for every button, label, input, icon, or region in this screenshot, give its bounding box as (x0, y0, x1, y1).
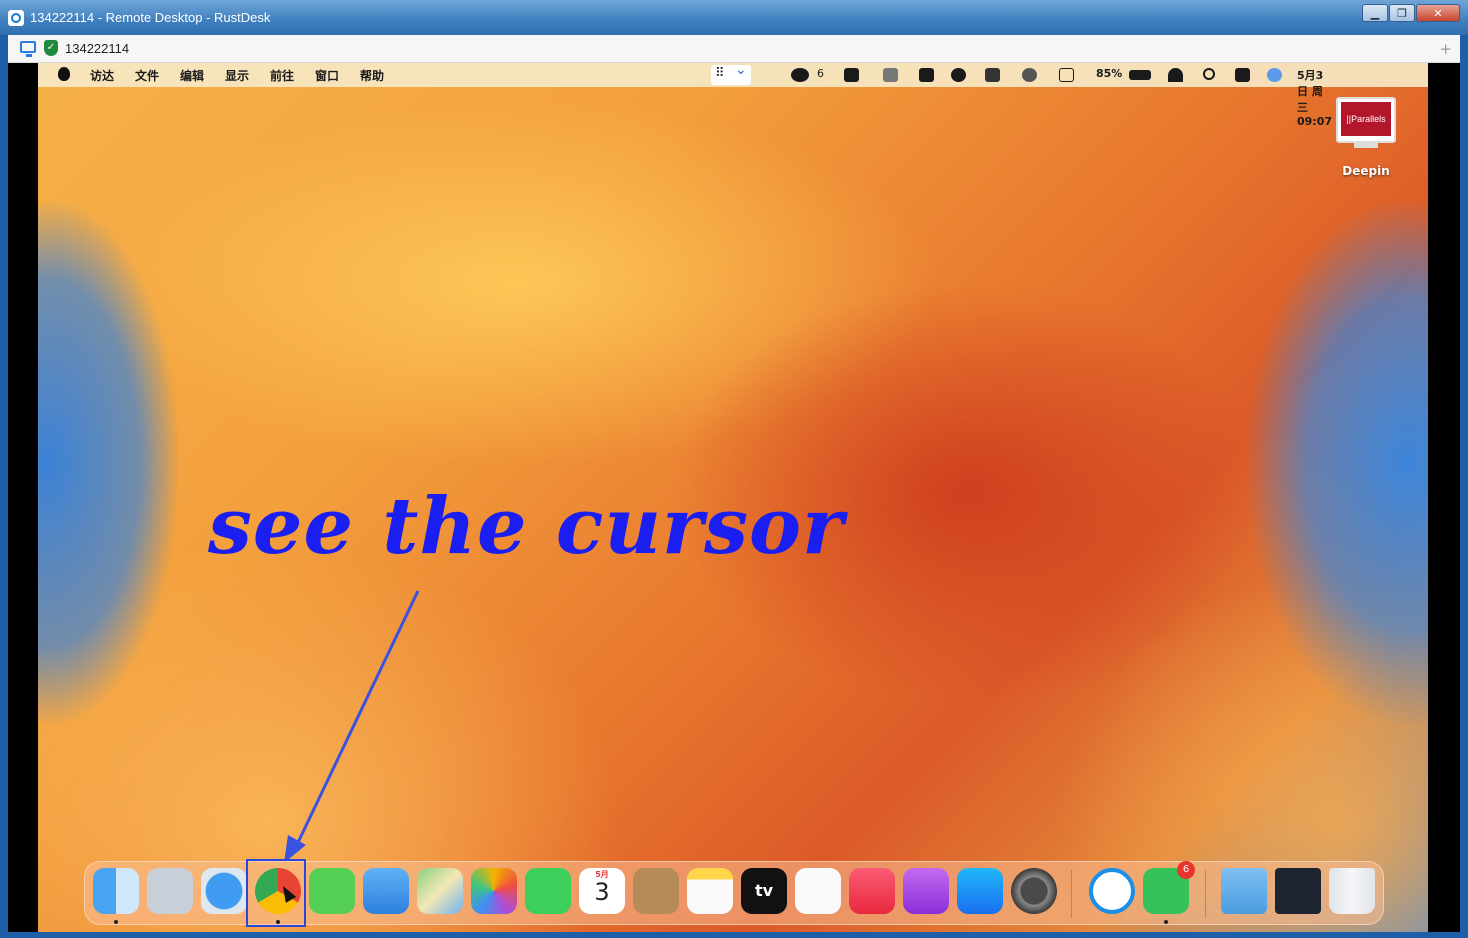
music-icon[interactable] (849, 868, 895, 914)
safari-icon[interactable] (201, 868, 247, 914)
facetime-icon[interactable] (525, 868, 571, 914)
window-titlebar[interactable]: 134222114 - Remote Desktop - RustDesk ▁ … (0, 0, 1468, 35)
podcasts-icon[interactable] (903, 868, 949, 914)
shield-check-icon: ✓ (44, 40, 58, 56)
tab-session-id[interactable]: 134222114 (65, 41, 129, 56)
app-store-icon[interactable] (957, 868, 1003, 914)
contacts-icon[interactable] (633, 868, 679, 914)
downloads-folder-icon[interactable] (1221, 868, 1267, 914)
notes-icon[interactable] (687, 868, 733, 914)
session-tabbar: ✓ 134222114 + (8, 35, 1460, 63)
dock-separator (1205, 870, 1206, 918)
calendar-day: 3 (594, 878, 610, 906)
rustdesk-app-icon (8, 10, 24, 26)
remote-client-area: ✓ 134222114 + 访达 文件 编辑 显示 前往 窗口 帮助 6 (8, 35, 1460, 932)
annotation-arrow-icon (284, 590, 420, 863)
screen-window-icon[interactable] (1275, 868, 1321, 914)
close-button[interactable]: ✕ (1416, 4, 1460, 22)
wechat-badge: 6 (1177, 861, 1195, 879)
monitor-icon (20, 41, 36, 57)
finder-icon[interactable] (93, 868, 139, 914)
window-title: 134222114 - Remote Desktop - RustDesk (30, 10, 271, 25)
dock-separator (1071, 870, 1072, 918)
remote-screen[interactable]: 访达 文件 编辑 显示 前往 窗口 帮助 6 85% (38, 63, 1428, 932)
wechat-dock-icon[interactable]: 6 (1143, 861, 1195, 914)
maximize-button[interactable]: ❐ (1389, 4, 1415, 22)
launchpad-icon[interactable] (147, 868, 193, 914)
trash-icon[interactable] (1329, 868, 1375, 914)
rustdesk-dock-icon[interactable] (1089, 868, 1135, 914)
minimize-button[interactable]: ▁ (1362, 4, 1388, 22)
dock-running-dot (1164, 920, 1168, 924)
maps-icon[interactable] (417, 868, 463, 914)
mail-icon[interactable] (363, 868, 409, 914)
tv-label: tv (754, 881, 774, 900)
apple-tv-icon[interactable]: tv (741, 868, 787, 914)
window-controls: ▁ ❐ ✕ (1362, 4, 1460, 22)
dock-running-dot (114, 920, 118, 924)
messages-icon[interactable] (309, 868, 355, 914)
cursor-highlight-box (246, 859, 306, 927)
calendar-icon[interactable]: 5月 3 (579, 868, 625, 914)
system-settings-icon[interactable] (1011, 868, 1057, 914)
photos-icon[interactable] (471, 868, 517, 914)
add-tab-button[interactable]: + (1439, 40, 1452, 58)
reminders-icon[interactable] (795, 868, 841, 914)
